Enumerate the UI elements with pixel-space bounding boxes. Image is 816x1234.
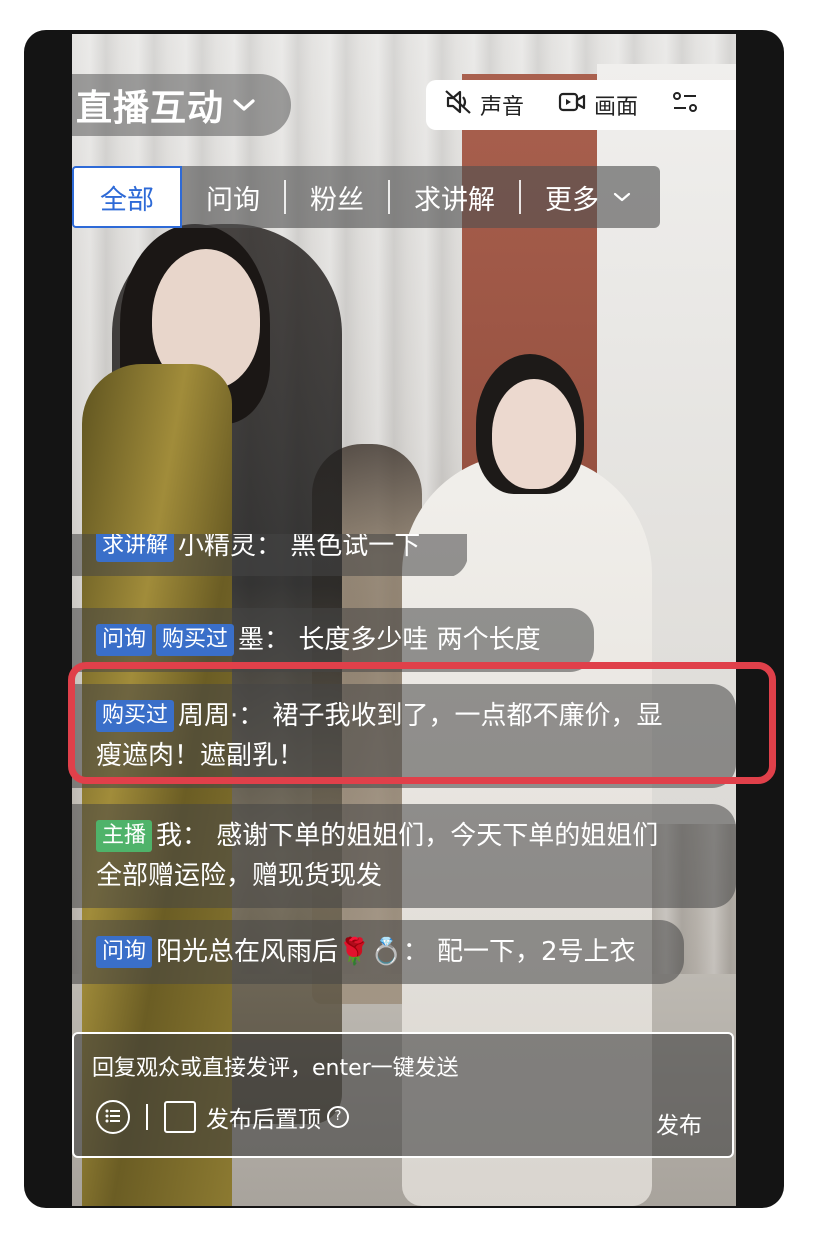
comment-text-continued: 全部赠运险，赠现货现发 xyxy=(96,861,383,891)
comment-filter-tabs: 全部 问询 粉丝 求讲解 更多 xyxy=(72,166,660,228)
model-face xyxy=(492,379,576,489)
inquiry-badge: 问询 xyxy=(96,936,153,968)
pin-after-publish-label: 发布后置顶 xyxy=(206,1107,321,1133)
quick-reply-list-button[interactable] xyxy=(96,1100,130,1134)
purchased-badge: 购买过 xyxy=(156,624,235,656)
video-label: 画面 xyxy=(594,95,639,120)
comment-item[interactable]: 主播 我： 感谢下单的姐姐们，今天下单的姐姐们 全部赠运险，赠现货现发 xyxy=(72,804,736,908)
comment-text: 黑色试一下 xyxy=(290,534,421,561)
live-stream-screen: 直播互动 声音 画面 全部 问询 粉丝 求讲解 更多 求讲解 小精灵： 黑色试一… xyxy=(72,34,736,1206)
tab-all[interactable]: 全部 xyxy=(72,166,182,228)
host-badge: 主播 xyxy=(96,820,153,852)
inquiry-badge: 问询 xyxy=(96,624,153,656)
live-interaction-title[interactable]: 直播互动 xyxy=(72,74,291,136)
reply-input-box[interactable]: 回复观众或直接发评，enter一键发送 发布后置顶 ? 发布 xyxy=(72,1032,734,1158)
divider xyxy=(146,1104,148,1130)
tab-inquiry[interactable]: 问询 xyxy=(182,166,284,228)
comment-user: 我： xyxy=(156,821,209,851)
comment-text: 配一下，2号上衣 xyxy=(437,937,636,967)
video-camera-icon xyxy=(558,91,594,119)
help-icon[interactable]: ? xyxy=(327,1106,349,1128)
tab-fans[interactable]: 粉丝 xyxy=(286,166,388,228)
pin-after-publish-checkbox[interactable] xyxy=(164,1101,196,1133)
tab-more[interactable]: 更多 xyxy=(521,166,655,228)
chevron-down-icon xyxy=(232,90,256,120)
reply-input-placeholder: 回复观众或直接发评，enter一键发送 xyxy=(92,1056,459,1081)
comment-list-fade: 求讲解 小精灵： 黑色试一下 xyxy=(72,534,467,576)
comment-user: 墨： xyxy=(238,625,291,655)
comment-highlight-annotation xyxy=(68,662,776,784)
list-icon xyxy=(104,1104,122,1130)
speaker-muted-icon xyxy=(444,89,480,121)
tab-more-label: 更多 xyxy=(545,184,599,216)
sound-toggle[interactable]: 声音 xyxy=(444,89,524,121)
settings-toggle[interactable] xyxy=(672,90,706,120)
comment-user: 小精灵： xyxy=(178,534,283,561)
comment-line: 主播 我： 感谢下单的姐姐们，今天下单的姐姐们 xyxy=(96,816,714,856)
video-toggle[interactable]: 画面 xyxy=(558,89,638,121)
request-explain-badge: 求讲解 xyxy=(96,534,175,562)
page-title: 直播互动 xyxy=(76,88,225,129)
publish-button[interactable]: 发布 xyxy=(656,1106,702,1140)
tab-request-explain[interactable]: 求讲解 xyxy=(390,166,519,228)
comment-text: 感谢下单的姐姐们，今天下单的姐姐们 xyxy=(216,821,659,851)
comment-item[interactable]: 求讲解 小精灵： 黑色试一下 xyxy=(72,534,467,576)
sound-label: 声音 xyxy=(480,95,525,120)
comment-text: 长度多少哇 两个长度 xyxy=(298,625,541,655)
comment-user: 阳光总在风雨后🌹💍： xyxy=(156,937,429,967)
settings-sliders-icon xyxy=(672,90,706,120)
input-tools: 发布后置顶 ? xyxy=(96,1100,349,1134)
top-toolbar: 声音 画面 xyxy=(426,80,736,130)
comment-item[interactable]: 问询 阳光总在风雨后🌹💍： 配一下，2号上衣 xyxy=(72,920,684,984)
chevron-down-icon xyxy=(613,187,631,208)
